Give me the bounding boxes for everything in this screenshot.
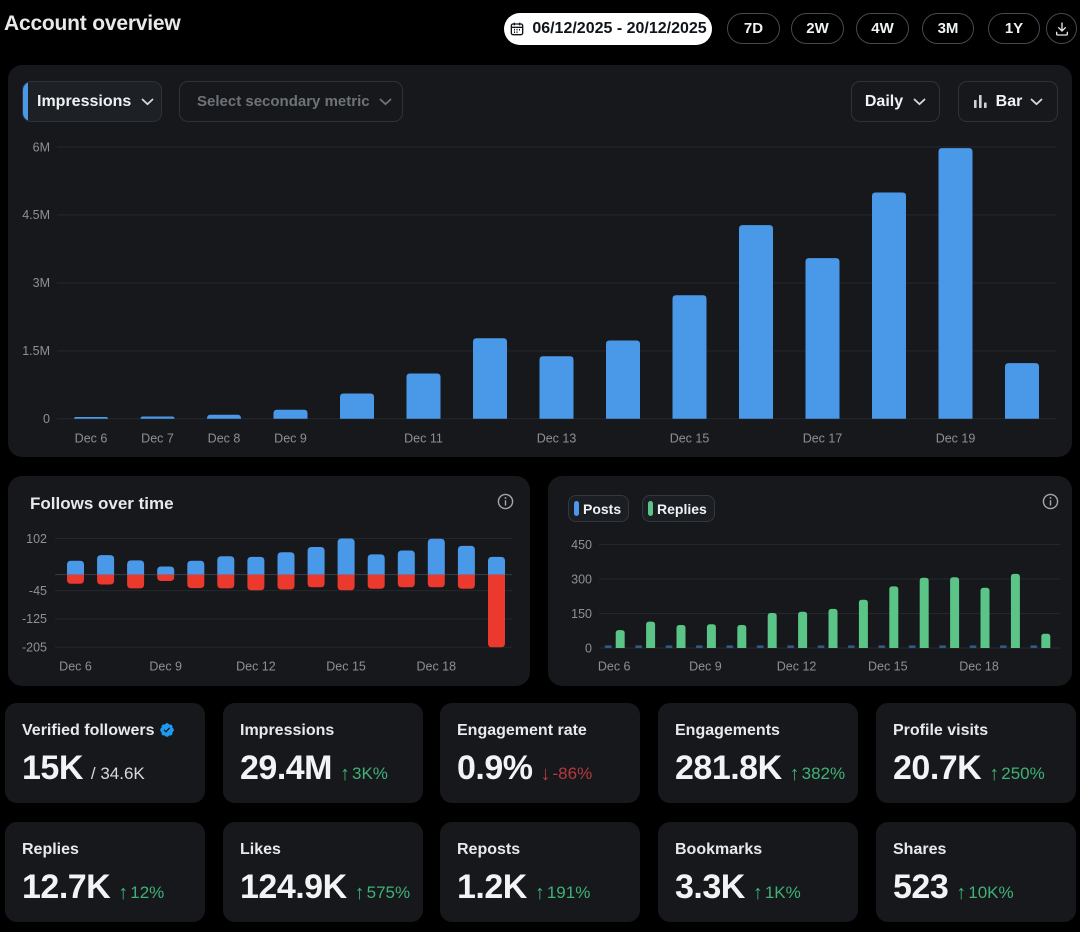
svg-text:Dec 19: Dec 19: [936, 432, 976, 446]
svg-text:Dec 6: Dec 6: [75, 432, 108, 446]
svg-text:Dec 8: Dec 8: [208, 432, 241, 446]
svg-text:Dec 6: Dec 6: [59, 660, 92, 674]
svg-text:6M: 6M: [33, 140, 50, 154]
svg-text:Dec 6: Dec 6: [598, 660, 631, 674]
svg-text:Dec 12: Dec 12: [236, 660, 276, 674]
svg-text:Dec 9: Dec 9: [274, 432, 307, 446]
svg-text:150: 150: [571, 607, 592, 621]
svg-text:Dec 7: Dec 7: [141, 432, 174, 446]
svg-text:Dec 18: Dec 18: [959, 660, 999, 674]
svg-text:Dec 17: Dec 17: [803, 432, 843, 446]
svg-text:-205: -205: [22, 641, 47, 655]
svg-text:102: 102: [26, 532, 47, 546]
svg-text:0: 0: [43, 412, 50, 426]
svg-text:Dec 12: Dec 12: [777, 660, 817, 674]
svg-text:4.5M: 4.5M: [22, 208, 50, 222]
svg-text:-125: -125: [22, 612, 47, 626]
svg-text:3M: 3M: [33, 276, 50, 290]
svg-text:Dec 9: Dec 9: [689, 660, 722, 674]
svg-text:300: 300: [571, 572, 592, 586]
svg-text:Dec 15: Dec 15: [868, 660, 908, 674]
svg-text:Dec 15: Dec 15: [326, 660, 366, 674]
svg-text:450: 450: [571, 538, 592, 552]
svg-text:Dec 15: Dec 15: [670, 432, 710, 446]
svg-text:0: 0: [585, 641, 592, 655]
svg-text:Dec 11: Dec 11: [404, 432, 443, 446]
svg-text:Dec 18: Dec 18: [416, 660, 456, 674]
svg-text:-45: -45: [29, 584, 47, 598]
svg-text:Dec 9: Dec 9: [149, 660, 182, 674]
svg-text:Dec 13: Dec 13: [537, 432, 577, 446]
svg-text:1.5M: 1.5M: [22, 344, 50, 358]
